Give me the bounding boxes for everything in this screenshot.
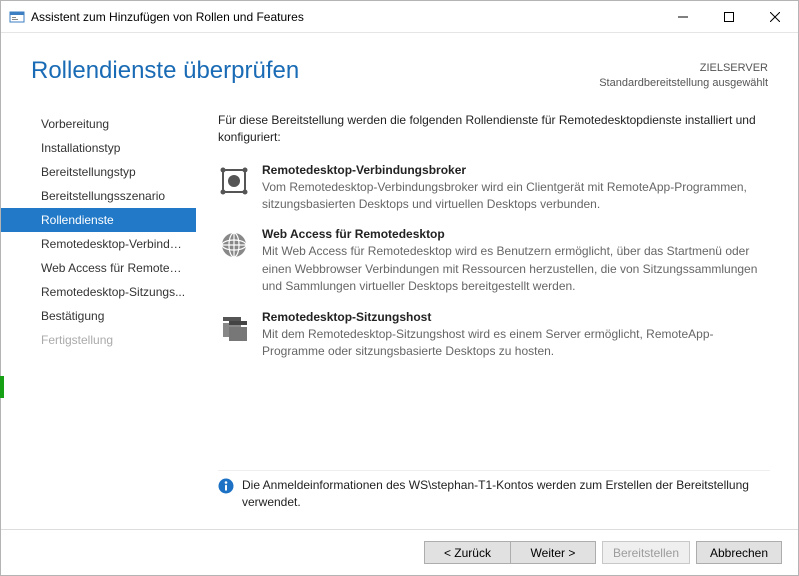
role-desc: Mit dem Remotedesktop-Sitzungshost wird …: [262, 326, 770, 361]
session-host-icon: [218, 312, 250, 344]
target-server-info: ZIELSERVER Standardbereitstellung ausgew…: [599, 57, 768, 92]
sidebar-item-session-host[interactable]: Remotedesktop-Sitzungs...: [1, 280, 196, 304]
maximize-button[interactable]: [706, 1, 752, 32]
minimize-button[interactable]: [660, 1, 706, 32]
sidebar-item-deploy-scenario[interactable]: Bereitstellungsszenario: [1, 184, 196, 208]
sidebar-item-preparation[interactable]: Vorbereitung: [1, 112, 196, 136]
info-text: Die Anmeldeinformationen des WS\stephan-…: [242, 477, 770, 511]
close-button[interactable]: [752, 1, 798, 32]
cancel-button[interactable]: Abbrechen: [696, 541, 782, 564]
header: Rollendienste überprüfen ZIELSERVER Stan…: [1, 33, 798, 100]
role-desc: Vom Remotedesktop-Verbindungsbroker wird…: [262, 179, 770, 214]
sidebar-item-deploy-type[interactable]: Bereitstellungstyp: [1, 160, 196, 184]
back-button[interactable]: < Zurück: [424, 541, 510, 564]
wizard-window: Assistent zum Hinzufügen von Rollen und …: [0, 0, 799, 576]
sidebar-item-role-services[interactable]: Rollendienste: [1, 208, 196, 232]
left-accent-marker: [0, 376, 4, 398]
content: Für diese Bereitstellung werden die folg…: [196, 100, 798, 529]
role-connection-broker: Remotedesktop-Verbindungsbroker Vom Remo…: [218, 163, 770, 214]
body: Vorbereitung Installationstyp Bereitstel…: [1, 100, 798, 529]
web-access-icon: [218, 229, 250, 261]
sidebar-item-install-type[interactable]: Installationstyp: [1, 136, 196, 160]
info-note: Die Anmeldeinformationen des WS\stephan-…: [218, 470, 770, 521]
app-icon: [9, 9, 25, 25]
window-controls: [660, 1, 798, 32]
sidebar-item-web-access[interactable]: Web Access für Remoted...: [1, 256, 196, 280]
info-icon: [218, 478, 234, 494]
role-title: Remotedesktop-Sitzungshost: [262, 310, 770, 324]
connection-broker-icon: [218, 165, 250, 197]
sidebar: Vorbereitung Installationstyp Bereitstel…: [1, 100, 196, 529]
target-value: Standardbereitstellung ausgewählt: [599, 76, 768, 91]
footer: < Zurück Weiter > Bereitstellen Abbreche…: [1, 529, 798, 575]
role-title: Web Access für Remotedesktop: [262, 227, 770, 241]
sidebar-item-connection-broker[interactable]: Remotedesktop-Verbindu...: [1, 232, 196, 256]
deploy-button: Bereitstellen: [602, 541, 690, 564]
target-label: ZIELSERVER: [599, 61, 768, 76]
role-title: Remotedesktop-Verbindungsbroker: [262, 163, 770, 177]
intro-text: Für diese Bereitstellung werden die folg…: [218, 112, 770, 147]
sidebar-item-completion: Fertigstellung: [1, 328, 196, 352]
role-desc: Mit Web Access für Remotedesktop wird es…: [262, 243, 770, 295]
page-title: Rollendienste überprüfen: [31, 57, 599, 85]
role-web-access: Web Access für Remotedesktop Mit Web Acc…: [218, 227, 770, 295]
role-session-host: Remotedesktop-Sitzungshost Mit dem Remot…: [218, 310, 770, 361]
window-title: Assistent zum Hinzufügen von Rollen und …: [31, 10, 660, 24]
sidebar-item-confirmation[interactable]: Bestätigung: [1, 304, 196, 328]
titlebar[interactable]: Assistent zum Hinzufügen von Rollen und …: [1, 1, 798, 33]
next-button[interactable]: Weiter >: [510, 541, 596, 564]
